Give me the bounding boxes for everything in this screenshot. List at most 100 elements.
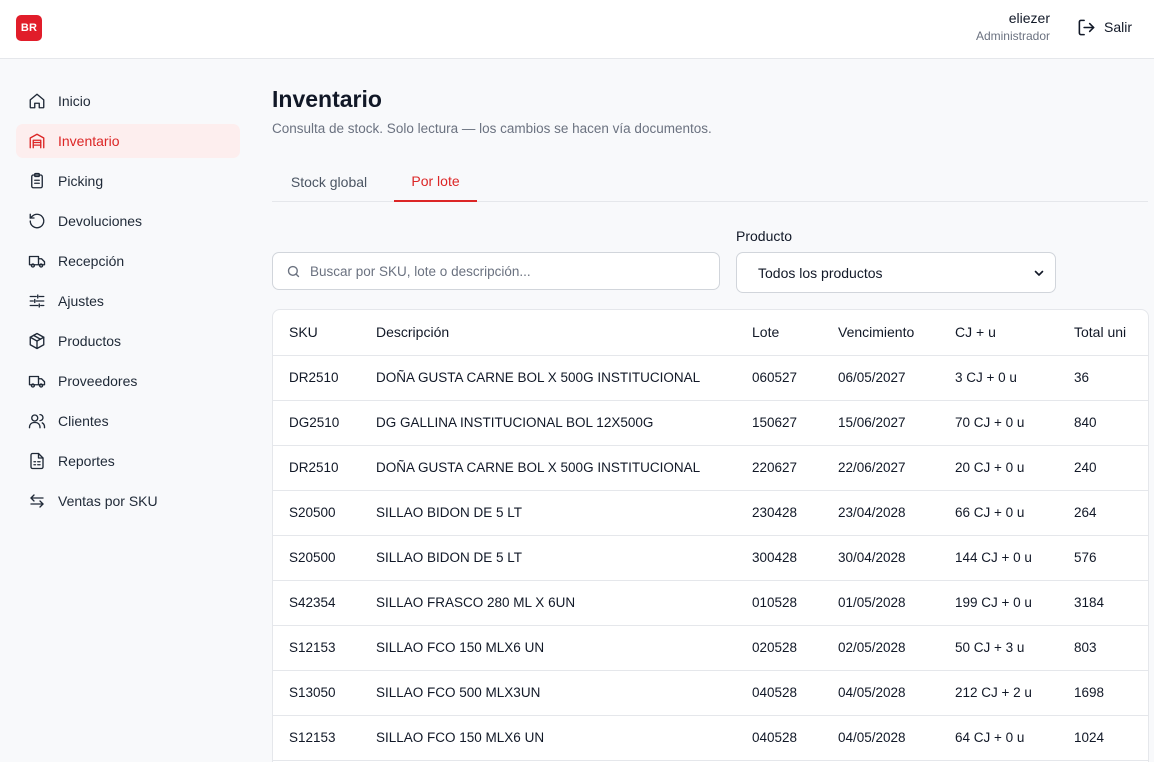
table-row[interactable]: S12153 SILLAO FCO 150 MLX6 UN 040528 04/… [273,715,1148,761]
clipboard-icon [31,172,43,189]
cell-total-uni: 36 [1074,355,1148,401]
cell-total-uni: 1698 [1074,670,1148,716]
logout-button[interactable]: Salir [1077,16,1132,38]
search-input[interactable] [310,263,710,279]
column-header-total-uni[interactable]: Total uni [1074,310,1148,356]
brand-logo[interactable]: BR [16,15,42,41]
table-row[interactable]: DR2510 DOÑA GUSTA CARNE BOL X 500G INSTI… [273,355,1148,401]
cell-total-uni: 803 [1074,625,1148,671]
sidebar-item-label: Recepción [58,253,125,269]
cell-sku: S13050 [273,670,376,716]
chevron-down-icon [1034,270,1044,276]
table-row[interactable]: DR2510 DOÑA GUSTA CARNE BOL X 500G INSTI… [273,445,1148,491]
user-info: eliezer Administrador [976,10,1050,45]
cell-sku: S42354 [273,580,376,626]
cell-lote: 020528 [752,625,838,671]
sidebar-item-productos[interactable]: Productos [16,324,240,358]
cell-total-uni: 576 [1074,535,1148,581]
product-filter-label: Producto [736,228,793,244]
cell-total-uni: 264 [1074,490,1148,536]
sidebar-item-clientes[interactable]: Clientes [16,404,240,438]
column-header-sku[interactable]: SKU [273,310,376,356]
sidebar-item-label: Inventario [58,133,120,149]
cell-sku: S20500 [273,535,376,581]
warehouse-icon [29,133,45,149]
home-icon [29,93,45,109]
column-header-descripcion[interactable]: Descripción [376,310,752,356]
cell-vencimiento: 30/04/2028 [838,535,955,581]
cell-sku: S12153 [273,625,376,671]
cell-cj-u: 144 CJ + 0 u [955,535,1074,581]
product-select-value: Todos los productos [758,264,883,281]
cell-lote: 220627 [752,445,838,491]
sidebar-item-inicio[interactable]: Inicio [16,84,240,118]
sidebar-item-label: Clientes [58,413,109,429]
product-select[interactable]: Todos los productos [736,252,1056,293]
search-box[interactable] [272,252,720,290]
cell-descripcion: SILLAO FRASCO 280 ML X 6UN [376,580,752,626]
arrows-swap-icon [30,494,44,508]
cell-lote: 040528 [752,670,838,716]
sidebar-item-label: Proveedores [58,373,138,389]
sidebar-item-label: Ventas por SKU [58,493,158,509]
cell-vencimiento: 02/05/2028 [838,625,955,671]
logout-icon [1078,19,1095,35]
cell-vencimiento: 22/06/2027 [838,445,955,491]
table-row[interactable]: S13050 SILLAO FCO 500 MLX3UN 040528 04/0… [273,670,1148,716]
page-title: Inventario [272,86,382,112]
users-icon [28,413,46,429]
cell-lote: 230428 [752,490,838,536]
cell-lote: 150627 [752,400,838,446]
cell-cj-u: 70 CJ + 0 u [955,400,1074,446]
table-header-row: SKU Descripción Lote Vencimiento CJ + u … [273,310,1148,356]
table-row[interactable]: S12153 SILLAO FCO 150 MLX6 UN 020528 02/… [273,625,1148,671]
search-icon [287,265,300,277]
cell-lote: 010528 [752,580,838,626]
column-header-cj-u[interactable]: CJ + u [955,310,1074,356]
truck-icon [28,255,46,268]
cell-cj-u: 199 CJ + 0 u [955,580,1074,626]
cell-cj-u: 66 CJ + 0 u [955,490,1074,536]
cell-descripcion: SILLAO FCO 150 MLX6 UN [376,715,752,761]
cell-descripcion: DOÑA GUSTA CARNE BOL X 500G INSTITUCIONA… [376,355,752,401]
sidebar-item-proveedores[interactable]: Proveedores [16,364,240,398]
rotate-ccw-icon [29,213,45,229]
sidebar-item-reportes[interactable]: Reportes [16,444,240,478]
sidebar-item-devoluciones[interactable]: Devoluciones [16,204,240,238]
cell-lote: 300428 [752,535,838,581]
table-row[interactable]: S20500 SILLAO BIDON DE 5 LT 300428 30/04… [273,535,1148,581]
cell-sku: DR2510 [273,445,376,491]
column-header-lote[interactable]: Lote [752,310,838,356]
cell-cj-u: 50 CJ + 3 u [955,625,1074,671]
column-header-vencimiento[interactable]: Vencimiento [838,310,955,356]
tab-stock-global[interactable]: Stock global [272,161,386,202]
sidebar-item-label: Reportes [58,453,115,469]
sidebar-item-ventas-por-sku[interactable]: Ventas por SKU [16,484,240,518]
table-row[interactable]: S20500 SILLAO BIDON DE 5 LT 230428 23/04… [273,490,1148,536]
sidebar-item-label: Inicio [58,93,91,109]
cell-total-uni: 1024 [1074,715,1148,761]
table-row[interactable]: DG2510 DG GALLINA INSTITUCIONAL BOL 12X5… [273,400,1148,446]
cell-sku: DR2510 [273,355,376,401]
sidebar-item-label: Picking [58,173,104,189]
file-report-icon [30,452,44,470]
sidebar-item-label: Devoluciones [58,213,143,229]
cell-total-uni: 240 [1074,445,1148,491]
sliders-icon [29,294,45,308]
cell-descripcion: DOÑA GUSTA CARNE BOL X 500G INSTITUCIONA… [376,445,752,491]
cell-vencimiento: 15/06/2027 [838,400,955,446]
tab-por-lote[interactable]: Por lote [394,161,477,202]
cell-cj-u: 212 CJ + 2 u [955,670,1074,716]
table-row[interactable]: S42354 SILLAO FRASCO 280 ML X 6UN 010528… [273,580,1148,626]
cell-descripcion: SILLAO BIDON DE 5 LT [376,490,752,536]
truck-icon [28,375,46,388]
sidebar-item-ajustes[interactable]: Ajustes [16,284,240,318]
sidebar-item-inventario[interactable]: Inventario [16,124,240,158]
logout-label: Salir [1104,19,1133,35]
cell-descripcion: SILLAO FCO 500 MLX3UN [376,670,752,716]
cell-total-uni: 840 [1074,400,1148,446]
cell-vencimiento: 01/05/2028 [838,580,955,626]
sidebar-item-picking[interactable]: Picking [16,164,240,198]
cell-descripcion: DG GALLINA INSTITUCIONAL BOL 12X500G [376,400,752,446]
sidebar-item-recepcion[interactable]: Recepción [16,244,240,278]
